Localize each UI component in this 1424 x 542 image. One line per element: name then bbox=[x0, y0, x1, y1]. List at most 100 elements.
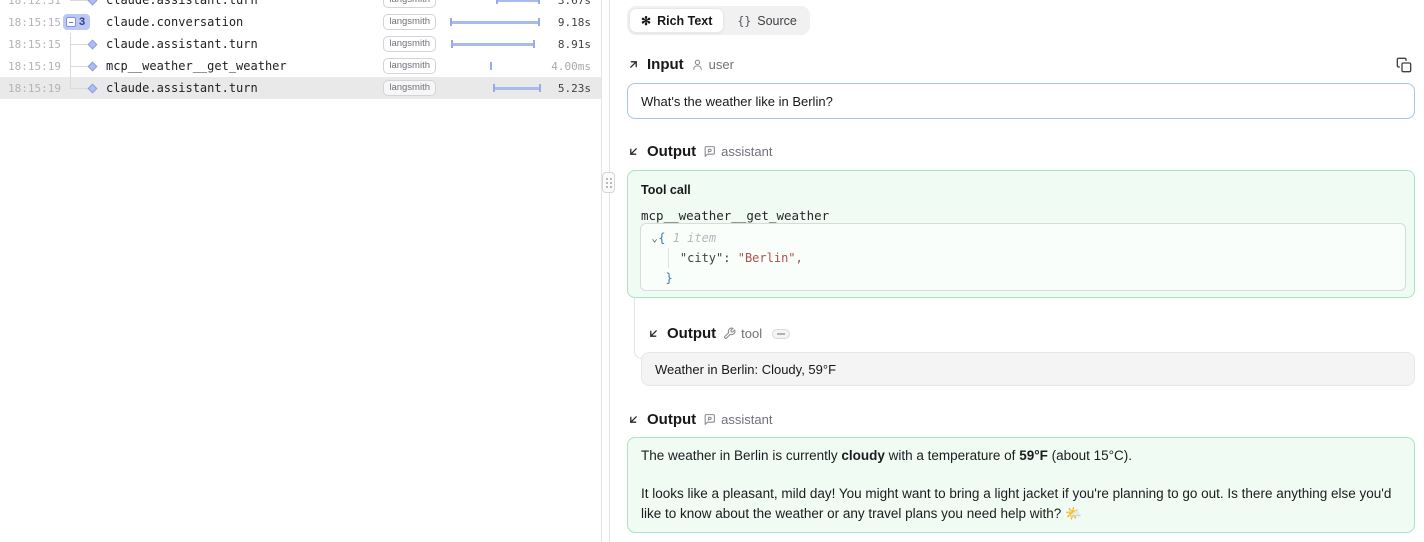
trace-row-claude-assistant-turn-1[interactable]: 18:12:31 claude.assistant.turn langsmith… bbox=[0, 0, 601, 11]
duration-bar-track bbox=[448, 77, 543, 99]
langsmith-badge: langsmith bbox=[383, 80, 436, 96]
langsmith-badge: langsmith bbox=[383, 36, 436, 52]
role-tool-label: tool bbox=[741, 326, 762, 341]
span-start-time: 18:15:15 bbox=[0, 16, 62, 29]
span-start-time: 18:12:31 bbox=[0, 0, 62, 7]
tab-rich-text[interactable]: ✻ Rich Text bbox=[629, 8, 724, 33]
span-start-time: 18:15:15 bbox=[0, 38, 62, 51]
duration-bar-track bbox=[448, 55, 543, 77]
langsmith-badge: langsmith bbox=[383, 14, 436, 30]
assistant-message-card: The weather in Berlin is currently cloud… bbox=[627, 437, 1415, 533]
span-name: claude.assistant.turn bbox=[106, 37, 383, 51]
panel-divider[interactable] bbox=[609, 0, 610, 542]
tab-source-label: Source bbox=[757, 14, 797, 28]
tree-connector bbox=[62, 77, 106, 99]
tree-connector: 3 bbox=[62, 11, 106, 33]
assistant-icon bbox=[703, 145, 716, 158]
input-section-header: Input user bbox=[627, 56, 734, 73]
trace-row-claude-assistant-turn-2[interactable]: 18:15:15 claude.assistant.turn langsmith… bbox=[0, 33, 601, 55]
arrow-up-right-icon bbox=[627, 58, 640, 71]
span-diamond-icon bbox=[88, 61, 98, 71]
input-message-box[interactable]: What's the weather like in Berlin? bbox=[627, 83, 1415, 119]
tab-source[interactable]: {} Source bbox=[726, 8, 807, 33]
braces-icon: {} bbox=[737, 14, 751, 28]
json-indent-guide bbox=[668, 248, 669, 268]
span-name: claude.assistant.turn bbox=[106, 0, 383, 7]
tool-output-text: Weather in Berlin: Cloudy, 59°F bbox=[655, 362, 836, 377]
json-value: "Berlin", bbox=[738, 251, 803, 265]
output-assistant-final-header: Output assistant bbox=[627, 411, 772, 428]
trace-row-claude-assistant-turn-3-selected[interactable]: 18:15:19 claude.assistant.turn langsmith… bbox=[0, 77, 601, 99]
json-colon: : bbox=[723, 251, 737, 265]
duration-bar-track bbox=[448, 11, 543, 33]
arrow-down-left-icon bbox=[627, 145, 640, 158]
trace-row-mcp-weather-get-weather[interactable]: 18:15:19 mcp__weather__get_weather langs… bbox=[0, 55, 601, 77]
duration-bar-track bbox=[448, 0, 543, 11]
span-duration: 5.23s bbox=[549, 82, 601, 95]
role-user-label: user bbox=[709, 57, 734, 72]
duration-bar bbox=[450, 18, 540, 26]
langsmith-badge: langsmith bbox=[383, 58, 436, 74]
output-assistant-header: Output assistant bbox=[627, 143, 772, 160]
input-message-text: What's the weather like in Berlin? bbox=[641, 94, 833, 109]
json-open-brace: { bbox=[658, 231, 665, 245]
span-diamond-icon bbox=[88, 39, 98, 49]
tool-call-card: Tool call mcp__weather__get_weather ⌄{ 1… bbox=[627, 170, 1415, 298]
span-name: claude.assistant.turn bbox=[106, 81, 383, 95]
span-diamond-icon bbox=[88, 0, 98, 5]
tool-call-args-json: ⌄{ 1 item "city": "Berlin", } bbox=[640, 223, 1406, 291]
span-diamond-icon bbox=[88, 83, 98, 93]
collapse-children-button[interactable]: 3 bbox=[63, 14, 90, 30]
tab-rich-text-label: Rich Text bbox=[657, 14, 712, 28]
input-heading: Input bbox=[647, 56, 684, 73]
span-duration: 3.67s bbox=[549, 0, 601, 7]
span-name: claude.conversation bbox=[106, 15, 383, 29]
tree-connector bbox=[62, 0, 106, 11]
role-assistant-label: assistant bbox=[721, 144, 772, 159]
tool-output-box[interactable]: Weather in Berlin: Cloudy, 59°F bbox=[641, 352, 1415, 386]
duration-bar bbox=[493, 84, 541, 92]
tool-call-title: Tool call bbox=[641, 183, 1401, 197]
run-detail-panel: ✻ Rich Text {} Source Input user What's … bbox=[611, 0, 1424, 542]
span-start-time: 18:15:19 bbox=[0, 82, 62, 95]
nesting-connector-line bbox=[634, 298, 643, 359]
role-user: user bbox=[691, 57, 734, 72]
collapse-json-chevron[interactable]: ⌄ bbox=[651, 229, 658, 247]
json-item-count: 1 item bbox=[673, 231, 716, 245]
user-icon bbox=[691, 58, 704, 71]
duration-bar bbox=[451, 40, 536, 48]
json-key: "city" bbox=[680, 251, 723, 265]
span-duration: 4.00ms bbox=[549, 60, 601, 73]
wrench-icon bbox=[723, 327, 736, 340]
duration-bar bbox=[490, 62, 492, 70]
output-tool-header: Output tool bbox=[647, 325, 790, 342]
span-name: mcp__weather__get_weather bbox=[106, 59, 383, 73]
output-heading: Output bbox=[647, 143, 696, 160]
role-assistant: assistant bbox=[703, 144, 772, 159]
span-duration: 8.91s bbox=[549, 38, 601, 51]
sun-cloud-emoji: 🌤️ bbox=[1065, 506, 1082, 521]
langsmith-badge: langsmith bbox=[383, 0, 436, 8]
duration-bar bbox=[496, 0, 540, 4]
assistant-icon bbox=[703, 413, 716, 426]
assistant-paragraph-1: The weather in Berlin is currently cloud… bbox=[641, 446, 1401, 466]
trace-tree-panel: 18:12:31 claude.assistant.turn langsmith… bbox=[0, 0, 602, 542]
view-mode-tabs: ✻ Rich Text {} Source bbox=[627, 6, 810, 35]
assistant-paragraph-2: It looks like a pleasant, mild day! You … bbox=[641, 484, 1401, 524]
collapsed-id-chip[interactable] bbox=[772, 329, 790, 339]
arrow-down-left-icon bbox=[627, 413, 640, 426]
sparkle-icon: ✻ bbox=[641, 15, 651, 27]
tree-connector bbox=[62, 55, 106, 77]
output-heading: Output bbox=[667, 325, 716, 342]
arrow-down-left-icon bbox=[647, 327, 660, 340]
span-duration: 9.18s bbox=[549, 16, 601, 29]
tree-connector bbox=[62, 33, 106, 55]
copy-button[interactable] bbox=[1394, 55, 1414, 75]
langsmith-trace-view: 18:12:31 claude.assistant.turn langsmith… bbox=[0, 0, 1424, 542]
output-heading: Output bbox=[647, 411, 696, 428]
duration-bar-track bbox=[448, 33, 543, 55]
role-tool: tool bbox=[723, 326, 762, 341]
json-close-brace: } bbox=[665, 271, 672, 285]
role-assistant: assistant bbox=[703, 412, 772, 427]
trace-row-claude-conversation[interactable]: 18:15:15 3 claude.conversation langsmith… bbox=[0, 11, 601, 33]
